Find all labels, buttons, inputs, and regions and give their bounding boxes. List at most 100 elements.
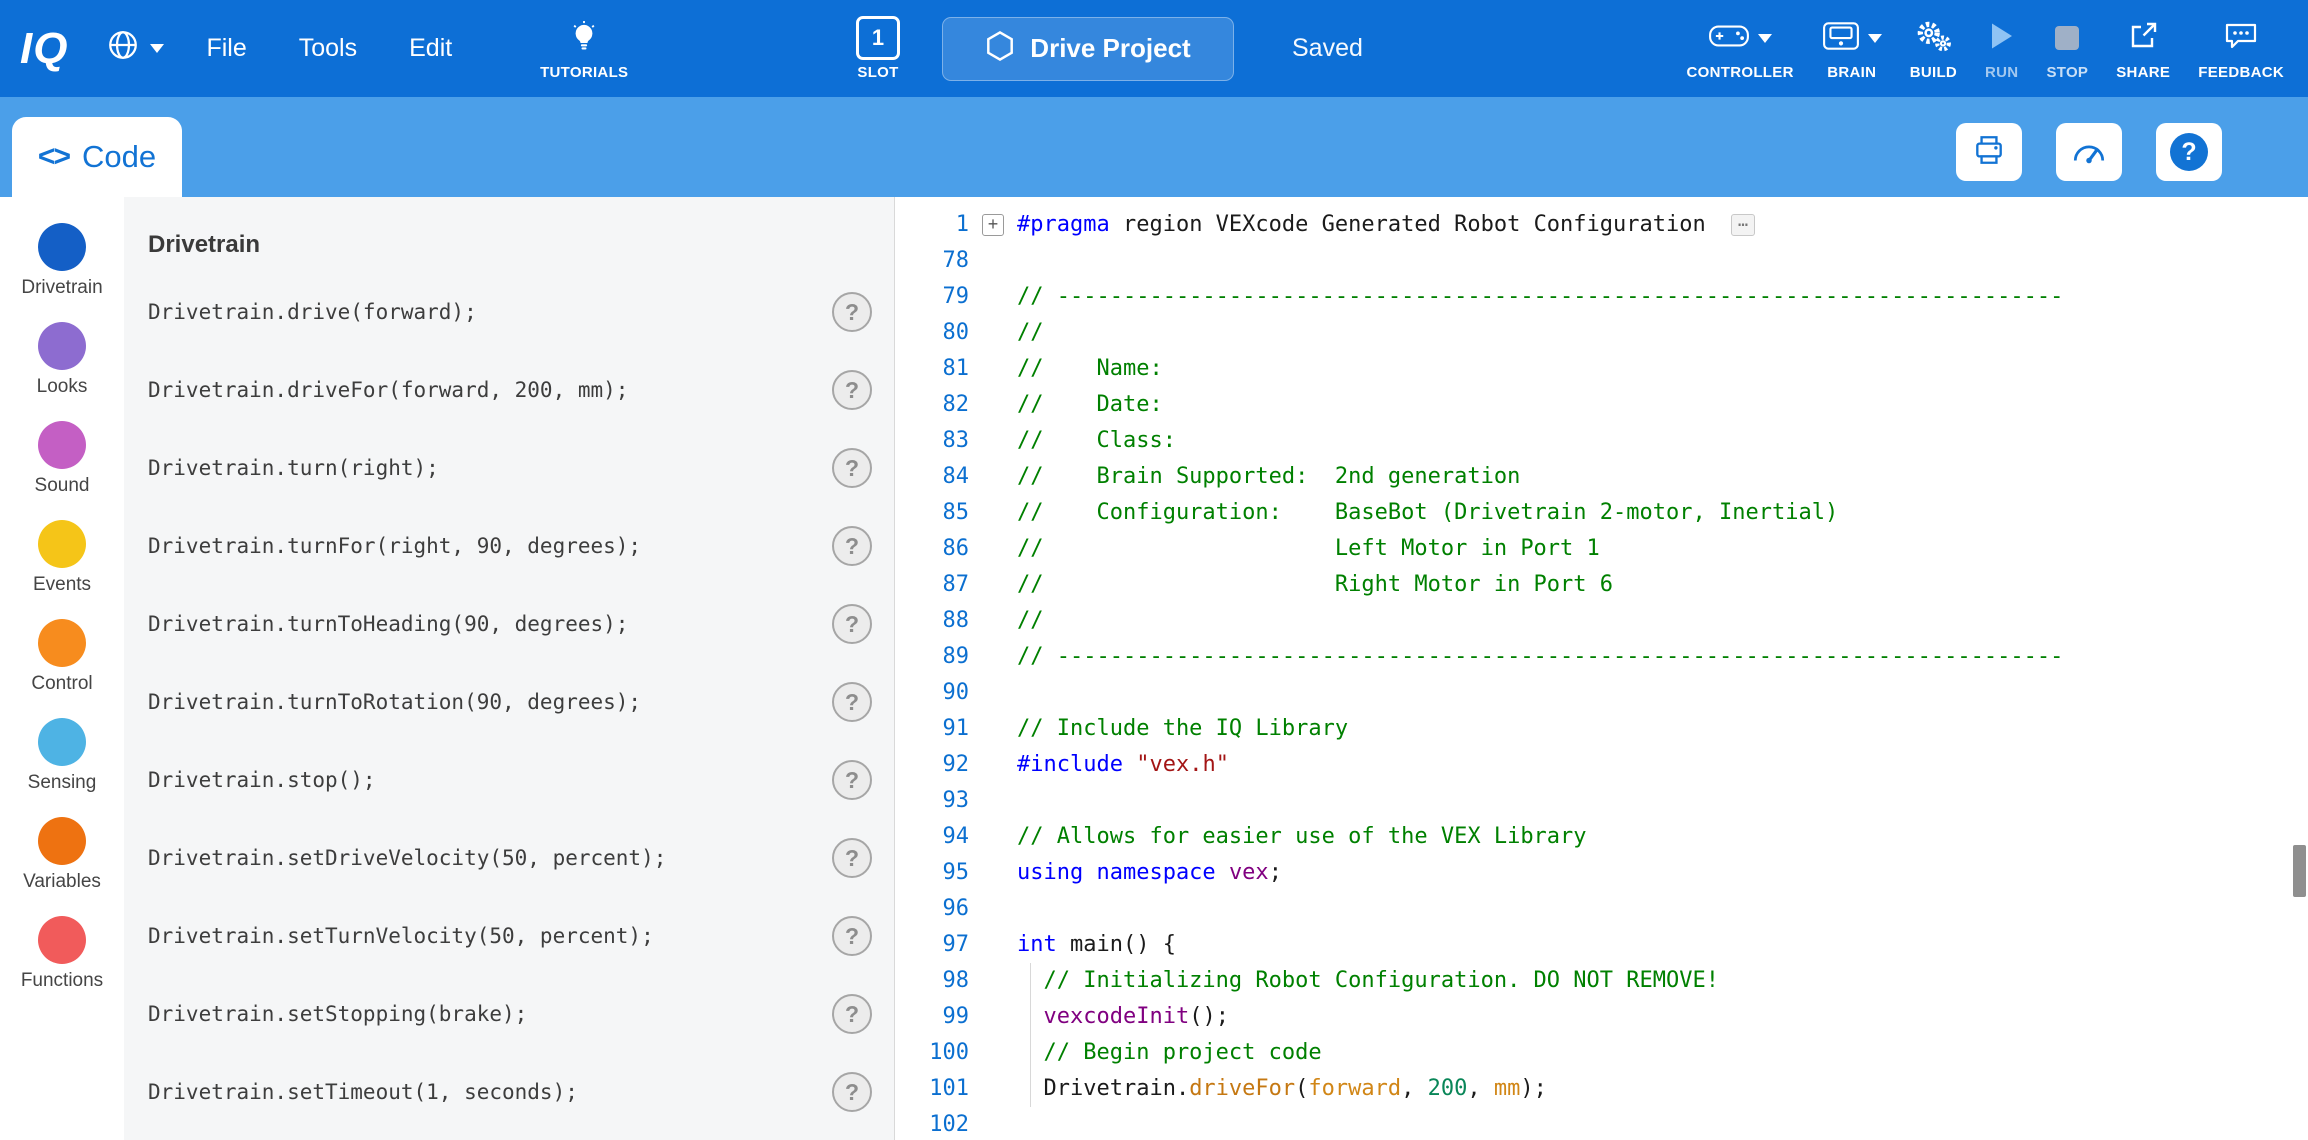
- command-item[interactable]: Drivetrain.turnToHeading(90, degrees);?: [124, 585, 894, 663]
- sidebar-item-drivetrain[interactable]: Drivetrain: [0, 223, 124, 299]
- command-item[interactable]: Drivetrain.turnFor(right, 90, degrees);?: [124, 507, 894, 585]
- command-help-button[interactable]: ?: [832, 526, 872, 566]
- brain-label: BRAIN: [1827, 64, 1876, 81]
- command-help-button[interactable]: ?: [832, 838, 872, 878]
- code-line[interactable]: 85// Configuration: BaseBot (Drivetrain …: [895, 495, 2308, 531]
- code-line[interactable]: 96: [895, 891, 2308, 927]
- code-line[interactable]: 93: [895, 783, 2308, 819]
- command-item[interactable]: Drivetrain.turn(right);?: [124, 429, 894, 507]
- category-circle-icon[interactable]: [38, 817, 86, 865]
- code-line[interactable]: 101 Drivetrain.driveFor(forward, 200, mm…: [895, 1071, 2308, 1107]
- command-item[interactable]: Drivetrain.setDriveVelocity(50, percent)…: [124, 819, 894, 897]
- command-text[interactable]: Drivetrain.turnToRotation(90, degrees);: [148, 690, 641, 714]
- command-help-button[interactable]: ?: [832, 292, 872, 332]
- build-button[interactable]: BUILD: [1896, 0, 1971, 97]
- code-line[interactable]: 90: [895, 675, 2308, 711]
- code-line[interactable]: 91// Include the IQ Library: [895, 711, 2308, 747]
- code-line[interactable]: 78: [895, 243, 2308, 279]
- feedback-button[interactable]: FEEDBACK: [2184, 0, 2298, 97]
- code-line[interactable]: 84// Brain Supported: 2nd generation: [895, 459, 2308, 495]
- command-text[interactable]: Drivetrain.turnToHeading(90, degrees);: [148, 612, 628, 636]
- tab-code[interactable]: <> Code: [12, 117, 182, 197]
- code-line[interactable]: 97int main() {: [895, 927, 2308, 963]
- command-text[interactable]: Drivetrain.driveFor(forward, 200, mm);: [148, 378, 628, 402]
- line-number: 90: [895, 675, 969, 711]
- command-text[interactable]: Drivetrain.turn(right);: [148, 456, 439, 480]
- command-text[interactable]: Drivetrain.setDriveVelocity(50, percent)…: [148, 846, 666, 870]
- code-line[interactable]: 87// Right Motor in Port 6: [895, 567, 2308, 603]
- share-button[interactable]: SHARE: [2102, 0, 2184, 97]
- sidebar-item-variables[interactable]: Variables: [0, 817, 124, 893]
- editor-scrollbar-thumb[interactable]: [2293, 845, 2306, 897]
- command-help-button[interactable]: ?: [832, 448, 872, 488]
- code-editor[interactable]: 1+#pragma region VEXcode Generated Robot…: [895, 197, 2308, 1140]
- command-item[interactable]: Drivetrain.drive(forward);?: [124, 273, 894, 351]
- command-text[interactable]: Drivetrain.setTurnVelocity(50, percent);: [148, 924, 654, 948]
- command-text[interactable]: Drivetrain.setTimeout(1, seconds);: [148, 1080, 578, 1104]
- code-line[interactable]: 86// Left Motor in Port 1: [895, 531, 2308, 567]
- menu-tools[interactable]: Tools: [299, 34, 357, 63]
- code-line[interactable]: 102: [895, 1107, 2308, 1140]
- command-help-button[interactable]: ?: [832, 604, 872, 644]
- command-text[interactable]: Drivetrain.drive(forward);: [148, 300, 477, 324]
- code-line[interactable]: 98 // Initializing Robot Configuration. …: [895, 963, 2308, 999]
- code-line[interactable]: 89// -----------------------------------…: [895, 639, 2308, 675]
- command-item[interactable]: Drivetrain.setTimeout(1, seconds);?: [124, 1053, 894, 1131]
- command-help-button[interactable]: ?: [832, 682, 872, 722]
- category-circle-icon[interactable]: [38, 718, 86, 766]
- command-help-button[interactable]: ?: [832, 994, 872, 1034]
- command-text[interactable]: Drivetrain.turnFor(right, 90, degrees);: [148, 534, 641, 558]
- slot-button[interactable]: 1 SLOT: [856, 0, 900, 97]
- code-line[interactable]: 80//: [895, 315, 2308, 351]
- command-item[interactable]: Drivetrain.turnToRotation(90, degrees);?: [124, 663, 894, 741]
- category-circle-icon[interactable]: [38, 916, 86, 964]
- code-line[interactable]: 79// -----------------------------------…: [895, 279, 2308, 315]
- code-line[interactable]: 100 // Begin project code: [895, 1035, 2308, 1071]
- sidebar-item-sensing[interactable]: Sensing: [0, 718, 124, 794]
- code-line[interactable]: 92#include "vex.h": [895, 747, 2308, 783]
- command-help-button[interactable]: ?: [832, 370, 872, 410]
- command-text[interactable]: Drivetrain.stop();: [148, 768, 376, 792]
- menu-file[interactable]: File: [206, 34, 246, 63]
- help-button[interactable]: ?: [2156, 123, 2222, 181]
- command-item[interactable]: Drivetrain.setStopping(brake);?: [124, 975, 894, 1053]
- command-help-button[interactable]: ?: [832, 916, 872, 956]
- sidebar-item-events[interactable]: Events: [0, 520, 124, 596]
- command-item[interactable]: Drivetrain.setTurnVelocity(50, percent);…: [124, 897, 894, 975]
- category-circle-icon[interactable]: [38, 223, 86, 271]
- sidebar-item-functions[interactable]: Functions: [0, 916, 124, 992]
- build-label: BUILD: [1910, 64, 1957, 81]
- menu-edit[interactable]: Edit: [409, 34, 452, 63]
- command-help-button[interactable]: ?: [832, 1072, 872, 1112]
- project-name-button[interactable]: Drive Project: [942, 17, 1234, 81]
- category-circle-icon[interactable]: [38, 619, 86, 667]
- sidebar-item-sound[interactable]: Sound: [0, 421, 124, 497]
- code-text: // Class:: [1017, 423, 1176, 459]
- controller-button[interactable]: CONTROLLER: [1673, 0, 1808, 97]
- dashboard-button[interactable]: [2056, 123, 2122, 181]
- run-button[interactable]: RUN: [1971, 0, 2032, 97]
- code-line[interactable]: 95using namespace vex;: [895, 855, 2308, 891]
- code-line[interactable]: 94// Allows for easier use of the VEX Li…: [895, 819, 2308, 855]
- code-line[interactable]: 88//: [895, 603, 2308, 639]
- command-text[interactable]: Drivetrain.setStopping(brake);: [148, 1002, 527, 1026]
- command-item[interactable]: Drivetrain.driveFor(forward, 200, mm);?: [124, 351, 894, 429]
- category-circle-icon[interactable]: [38, 421, 86, 469]
- code-line[interactable]: 83// Class:: [895, 423, 2308, 459]
- code-line[interactable]: 82// Date:: [895, 387, 2308, 423]
- print-button[interactable]: [1956, 123, 2022, 181]
- code-line[interactable]: 99 vexcodeInit();: [895, 999, 2308, 1035]
- language-menu-button[interactable]: [106, 28, 164, 69]
- stop-button[interactable]: STOP: [2032, 0, 2102, 97]
- sidebar-item-control[interactable]: Control: [0, 619, 124, 695]
- command-item[interactable]: Drivetrain.stop();?: [124, 741, 894, 819]
- command-help-button[interactable]: ?: [832, 760, 872, 800]
- code-line[interactable]: 81// Name:: [895, 351, 2308, 387]
- code-line[interactable]: 1+#pragma region VEXcode Generated Robot…: [895, 207, 2308, 243]
- category-circle-icon[interactable]: [38, 520, 86, 568]
- fold-toggle-icon[interactable]: +: [982, 214, 1004, 236]
- category-circle-icon[interactable]: [38, 322, 86, 370]
- sidebar-item-looks[interactable]: Looks: [0, 322, 124, 398]
- tutorials-button[interactable]: TUTORIALS: [524, 0, 644, 97]
- brain-button[interactable]: BRAIN: [1808, 0, 1896, 97]
